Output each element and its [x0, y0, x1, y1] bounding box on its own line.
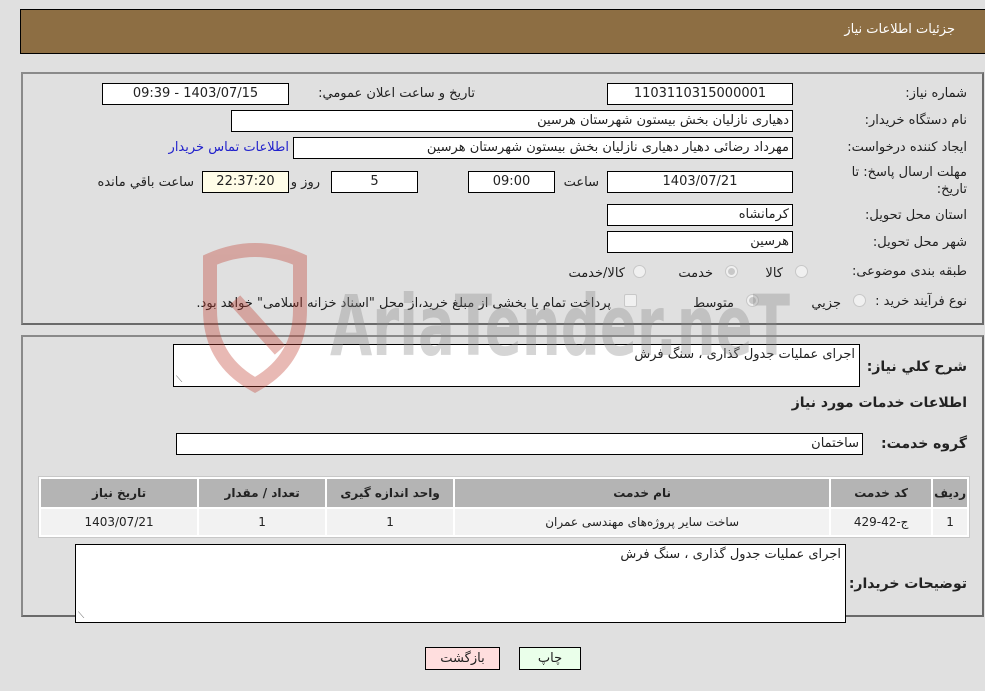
treasury-checkbox[interactable] — [624, 294, 637, 307]
description-text: اجرای عملیات جدول گذاری ، سنگ فرش — [634, 347, 855, 362]
col-quantity: تعداد / مقدار — [199, 479, 326, 507]
deadline-label-line1: مهلت ارسال پاسخ: تا — [851, 165, 967, 180]
col-row: ردیف — [933, 479, 967, 507]
deadline-time-label: ساعت — [563, 175, 599, 190]
category-radio-goods-service[interactable] — [633, 265, 646, 278]
process-radio-minor[interactable] — [853, 294, 866, 307]
announce-datetime-field: 1403/07/15 - 09:39 — [102, 83, 289, 105]
buyer-contact-link[interactable]: اطلاعات تماس خریدار — [169, 140, 289, 155]
remaining-time-label: ساعت باقي مانده — [97, 175, 194, 190]
col-need-date: تاریخ نیاز — [41, 479, 198, 507]
buyer-notes-textarea[interactable]: اجرای عملیات جدول گذاری ، سنگ فرش ⟋ — [75, 544, 846, 623]
resize-grip-icon[interactable]: ⟋ — [176, 375, 182, 385]
deadline-time-field: 09:00 — [468, 171, 555, 193]
category-option-goods-service: کالا/خدمت — [568, 266, 625, 281]
print-button[interactable]: چاپ — [519, 647, 581, 670]
description-label: شرح کلي نیاز: — [866, 359, 967, 375]
deadline-label-line2: تاریخ: — [936, 182, 967, 197]
back-button[interactable]: بازگشت — [425, 647, 500, 670]
cell-quantity: 1 — [199, 509, 326, 535]
creator-field: مهرداد رضائی دهیار دهیاری نازلیان بخش بی… — [293, 137, 793, 159]
col-unit: واحد اندازه گیری — [327, 479, 454, 507]
cell-row: 1 — [933, 509, 967, 535]
city-label: شهر محل تحویل: — [872, 235, 967, 250]
remaining-time-field: 22:37:20 — [202, 171, 289, 193]
category-radio-service[interactable] — [725, 265, 738, 278]
announce-label: تاریخ و ساعت اعلان عمومي: — [318, 86, 475, 101]
process-option-minor: جزيي — [811, 296, 841, 311]
deadline-date-field: 1403/07/21 — [607, 171, 793, 193]
table-row: 1 ج-42-429 ساخت سایر پروژه‌های مهندسی عم… — [41, 509, 967, 535]
creator-label: ایجاد کننده درخواست: — [847, 140, 967, 155]
description-textarea[interactable]: اجرای عملیات جدول گذاری ، سنگ فرش ⟋ — [173, 344, 860, 387]
buyer-notes-text: اجرای عملیات جدول گذاری ، سنگ فرش — [620, 547, 841, 562]
services-table: ردیف کد خدمت نام خدمت واحد اندازه گیری ت… — [38, 476, 970, 538]
services-heading: اطلاعات خدمات مورد نیاز — [791, 395, 967, 411]
cell-service-name: ساخت سایر پروژه‌های مهندسی عمران — [455, 509, 830, 535]
category-option-goods: کالا — [765, 266, 783, 281]
cell-need-date: 1403/07/21 — [41, 509, 198, 535]
category-label: طبقه بندی موضوعی: — [851, 264, 967, 279]
service-group-label: گروه خدمت: — [881, 436, 967, 452]
buyer-org-field: دهیاری نازلیان بخش بیستون شهرستان هرسین — [231, 110, 793, 132]
page-title: جزئیات اطلاعات نیاز — [844, 22, 955, 37]
col-service-code: کد خدمت — [831, 479, 932, 507]
category-radio-goods[interactable] — [795, 265, 808, 278]
resize-grip-icon[interactable]: ⟋ — [78, 611, 84, 621]
process-option-medium: متوسط — [693, 296, 734, 311]
remaining-days-field: 5 — [331, 171, 418, 193]
service-group-field: ساختمان — [176, 433, 863, 455]
need-number-label: شماره نیاز: — [905, 86, 967, 101]
province-label: استان محل تحویل: — [865, 208, 967, 223]
cell-service-code: ج-42-429 — [831, 509, 932, 535]
process-radio-medium[interactable] — [746, 294, 759, 307]
buyer-org-label: نام دستگاه خریدار: — [864, 113, 967, 128]
page-header: جزئیات اطلاعات نیاز — [20, 9, 985, 54]
process-type-label: نوع فرآیند خرید : — [875, 294, 967, 309]
col-service-name: نام خدمت — [455, 479, 830, 507]
treasury-note: پرداخت تمام یا بخشی از مبلغ خرید،از محل … — [196, 296, 611, 311]
province-field: کرمانشاه — [607, 204, 793, 226]
days-label: روز و — [290, 175, 320, 190]
category-option-service: خدمت — [678, 266, 713, 281]
buyer-notes-label: توضیحات خریدار: — [848, 576, 967, 592]
cell-unit: 1 — [327, 509, 454, 535]
table-header-row: ردیف کد خدمت نام خدمت واحد اندازه گیری ت… — [41, 479, 967, 507]
city-field: هرسین — [607, 231, 793, 253]
need-number-field: 1103110315000001 — [607, 83, 793, 105]
